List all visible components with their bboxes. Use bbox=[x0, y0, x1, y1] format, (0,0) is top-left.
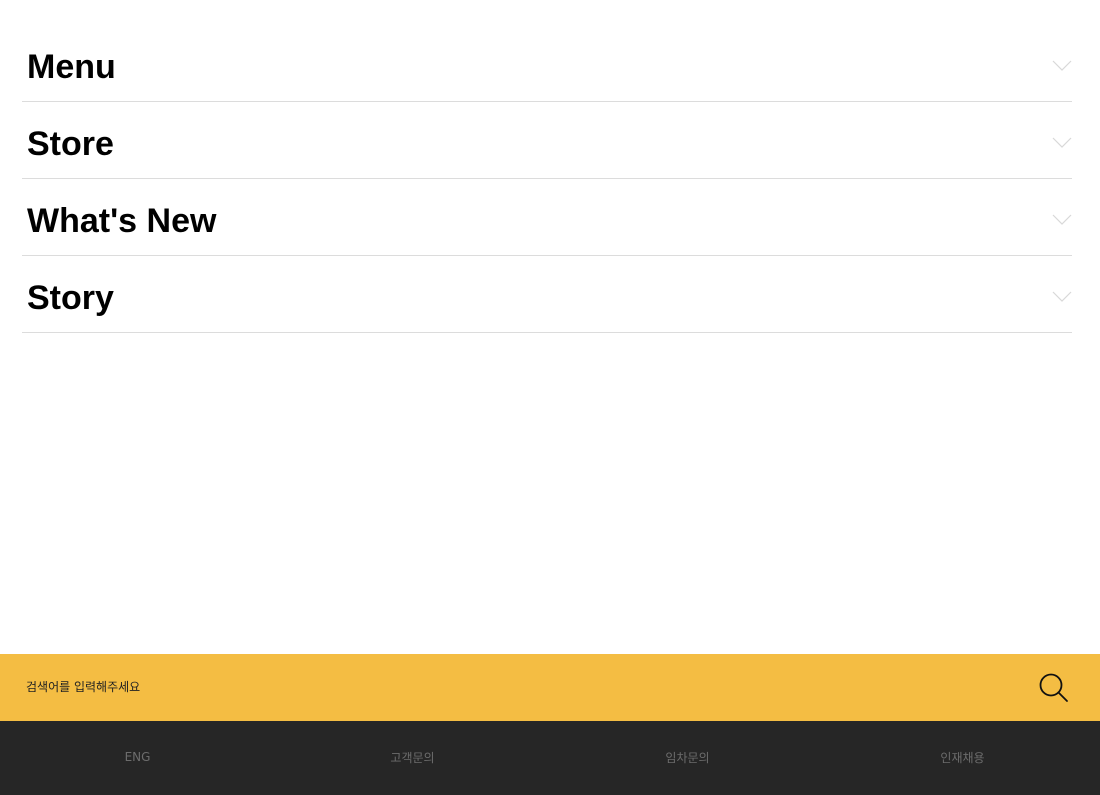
chevron-down-icon bbox=[1052, 214, 1072, 225]
footer-link-eng[interactable]: ENG bbox=[0, 721, 275, 795]
nav-accordion: Menu Store What's New Story bbox=[22, 25, 1072, 333]
accordion-item-menu[interactable]: Menu bbox=[22, 25, 1072, 102]
accordion-item-label: What's New bbox=[27, 202, 217, 240]
accordion-item-store[interactable]: Store bbox=[22, 102, 1072, 179]
search-input[interactable] bbox=[26, 672, 986, 702]
footer: ENG 고객문의 임차문의 인재채용 bbox=[0, 721, 1100, 795]
accordion-item-story[interactable]: Story bbox=[22, 256, 1072, 333]
footer-link-lease-inquiry[interactable]: 임차문의 bbox=[550, 721, 825, 795]
footer-link-careers[interactable]: 인재채용 bbox=[825, 721, 1100, 795]
chevron-down-icon bbox=[1052, 137, 1072, 148]
accordion-item-label: Menu bbox=[27, 48, 116, 86]
page: Menu Store What's New Story 검색어를 입력해주세요 … bbox=[0, 0, 1100, 795]
search-bar bbox=[0, 654, 1100, 721]
accordion-item-label: Store bbox=[27, 125, 114, 163]
accordion-item-label: Story bbox=[27, 279, 114, 317]
chevron-down-icon bbox=[1052, 291, 1072, 302]
search-icon[interactable] bbox=[1037, 671, 1071, 705]
chevron-down-icon bbox=[1052, 60, 1072, 71]
footer-link-customer-inquiry[interactable]: 고객문의 bbox=[275, 721, 550, 795]
accordion-item-whats-new[interactable]: What's New bbox=[22, 179, 1072, 256]
